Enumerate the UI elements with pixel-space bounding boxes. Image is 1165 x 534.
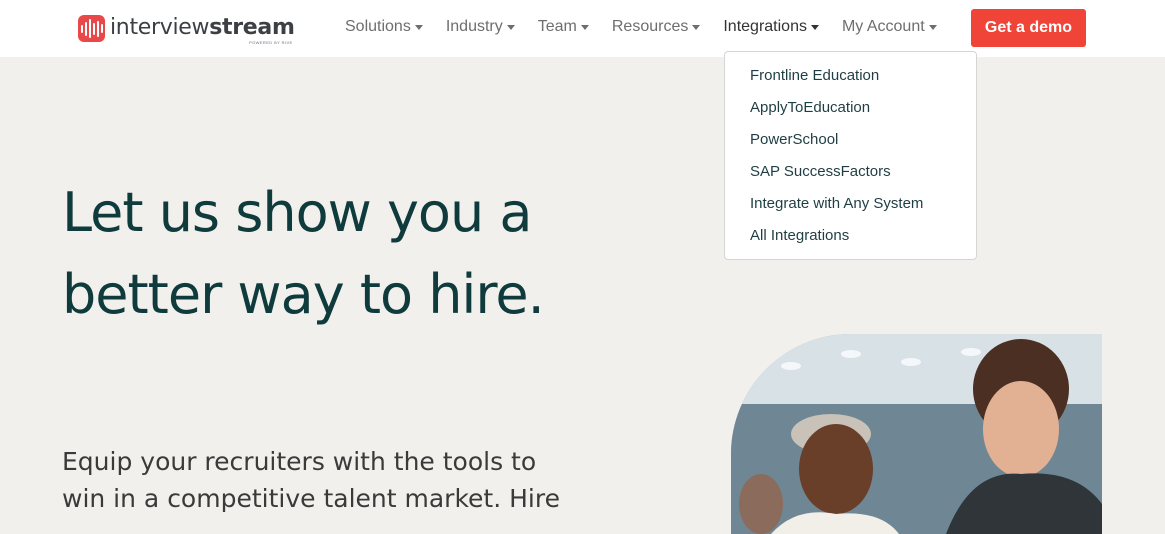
nav-my-account[interactable]: My Account: [842, 18, 937, 36]
nav-my-account-label: My Account: [841, 18, 925, 35]
interviewstream-logo[interactable]: interviewstream POWERED BY RIVE: [78, 15, 295, 45]
nav-solutions-label: Solutions: [345, 18, 411, 35]
hero-photo-illustration: [731, 334, 1102, 534]
nav-team-label: Team: [537, 18, 577, 35]
main-nav: Solutions Industry Team Resources Integr…: [345, 18, 937, 36]
integrations-dropdown-menu: Frontline Education ApplyToEducation Pow…: [724, 51, 977, 260]
hero-subtitle: Equip your recruiters with the tools to …: [62, 447, 560, 513]
nav-solutions[interactable]: Solutions: [345, 18, 423, 36]
nav-industry[interactable]: Industry: [446, 18, 515, 36]
nav-integrations[interactable]: Integrations: [723, 18, 819, 36]
dropdown-item-integrate-any-system[interactable]: Integrate with Any System: [725, 192, 976, 224]
dropdown-item-powerschool[interactable]: PowerSchool: [725, 128, 976, 160]
soundwave-logo-icon: [78, 15, 105, 42]
nav-industry-label: Industry: [445, 18, 503, 35]
get-a-demo-button[interactable]: Get a demo: [971, 9, 1086, 47]
hero-title: Let us show you a better way to hire.: [62, 181, 545, 326]
logo-text-light: interview: [110, 15, 210, 40]
logo-tagline: POWERED BY RIVE: [249, 40, 293, 45]
caret-down-icon: [414, 25, 423, 30]
caret-down-icon: [580, 25, 589, 30]
dropdown-item-all-integrations[interactable]: All Integrations: [725, 224, 976, 256]
nav-integrations-label: Integrations: [723, 18, 807, 35]
nav-resources[interactable]: Resources: [611, 18, 701, 36]
caret-down-icon: [810, 25, 819, 30]
caret-down-icon: [692, 25, 701, 30]
caret-down-icon: [506, 25, 515, 30]
logo-text-bold: stream: [209, 15, 295, 40]
nav-resources-label: Resources: [611, 18, 689, 35]
dropdown-item-sap-successfactors[interactable]: SAP SuccessFactors: [725, 160, 976, 192]
nav-team[interactable]: Team: [538, 18, 589, 36]
caret-down-icon: [928, 25, 937, 30]
dropdown-item-frontline-education[interactable]: Frontline Education: [725, 64, 976, 96]
dropdown-item-applytoeducation[interactable]: ApplyToEducation: [725, 96, 976, 128]
logo-wordmark: interviewstream POWERED BY RIVE: [110, 15, 295, 45]
hero-photo-two-people-at-laptop: [731, 334, 1102, 534]
top-navbar: interviewstream POWERED BY RIVE Solution…: [0, 0, 1165, 57]
